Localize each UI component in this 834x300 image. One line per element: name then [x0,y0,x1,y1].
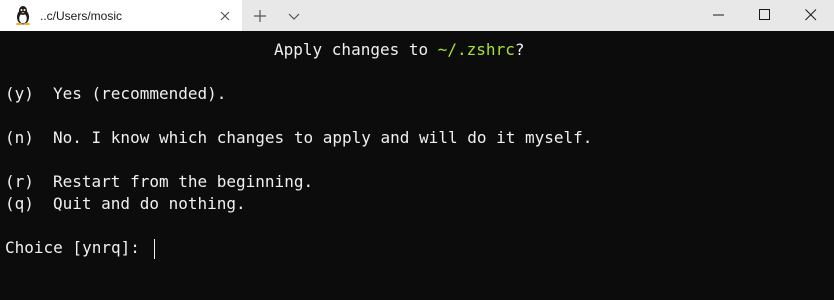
option-yes: (y) Yes (recommended). [5,84,226,104]
close-window-button[interactable] [788,0,834,31]
option-text: Yes (recommended). [53,84,227,103]
chevron-down-icon[interactable] [283,5,305,27]
header-suffix: ? [514,40,525,59]
prompt-header: Apply changes to ~/.zshrc? [274,40,524,60]
choice-prompt: Choice [ynrq]: [5,238,150,257]
option-quit: (q) Quit and do nothing. [5,194,246,214]
linux-penguin-icon [15,6,31,26]
close-tab-icon[interactable] [216,7,234,25]
option-text: Quit and do nothing. [53,194,246,213]
terminal-output[interactable]: Apply changes to ~/.zshrc? (y) Yes (recom… [0,31,834,300]
option-text: No. I know which changes to apply and wi… [53,128,593,147]
maximize-button[interactable] [742,0,788,31]
option-restart: (r) Restart from the beginning. [5,172,313,192]
title-bar: ..c/Users/mosic [0,0,834,31]
minimize-button[interactable] [696,0,742,31]
header-prefix: Apply changes to [274,40,438,59]
tab-title: ..c/Users/mosic [40,9,123,23]
text-cursor [154,239,155,259]
plus-icon[interactable] [249,5,271,27]
option-key: (n) [5,128,34,147]
option-key: (q) [5,194,34,213]
terminal-window: ..c/Users/mosic Apply changes to ~/.zshr… [0,0,834,300]
active-tab[interactable]: ..c/Users/mosic [0,0,242,31]
config-path: ~/.zshrc [437,40,515,59]
option-key: (y) [5,84,34,103]
option-text: Restart from the beginning. [53,172,314,191]
option-key: (r) [5,172,34,191]
option-no: (n) No. I know which changes to apply and… [5,128,592,148]
